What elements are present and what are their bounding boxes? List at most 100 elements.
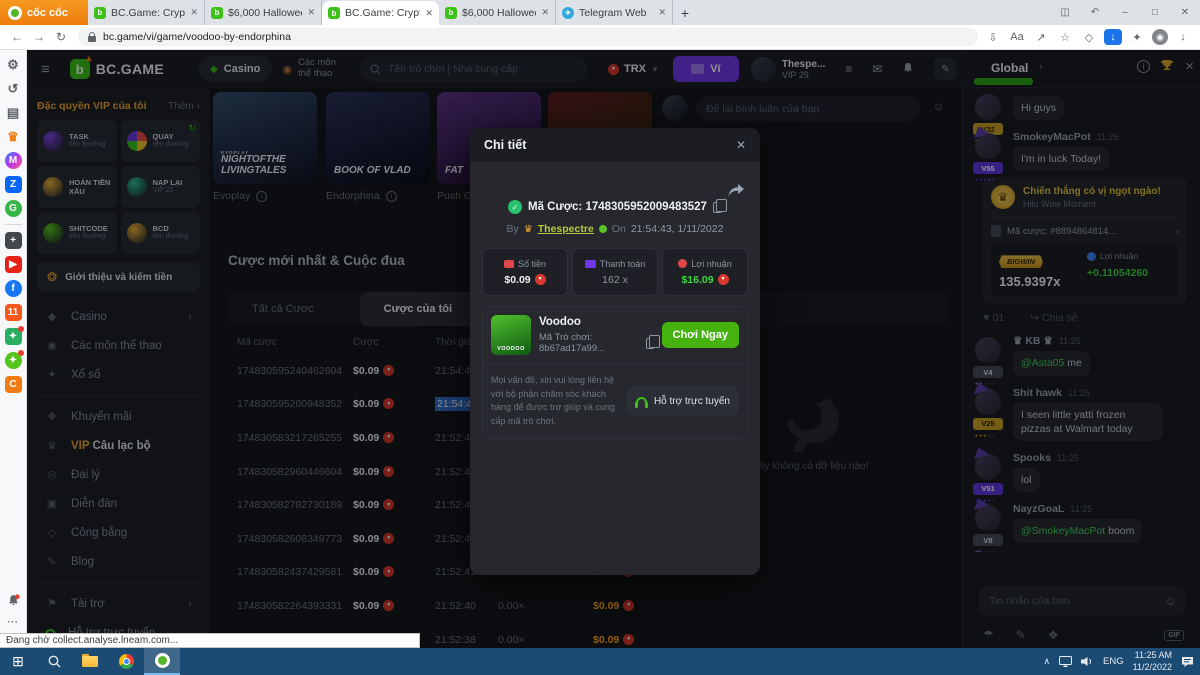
zalo-icon[interactable]: Z (5, 176, 22, 193)
tab-title: Telegram Web (579, 7, 653, 19)
tab-close-icon[interactable]: ✕ (425, 8, 433, 19)
verified-shield-icon: ✓ (508, 200, 522, 214)
bcgame-favicon-icon: b (328, 7, 340, 19)
bcgame-page: ≡ b BC.GAME ◆ Casino ◉ Các môn thể thao (27, 50, 1200, 648)
profile-avatar-icon[interactable]: ◉ (1152, 29, 1168, 45)
coccoc-taskbar-icon[interactable] (144, 648, 180, 675)
reload-button[interactable]: ↻ (50, 30, 72, 44)
browser-tab[interactable]: b BC.Game: Crypto Casino Gan ✕ (322, 1, 439, 25)
tab-close-icon[interactable]: ✕ (658, 7, 666, 18)
minimize-button[interactable]: – (1110, 7, 1140, 18)
tab-title: $6,000 Halloween Slot Battle (462, 7, 536, 19)
bet-id: Mã Cược: 1748305952009483527 (528, 201, 707, 213)
coccoc-logo-icon (8, 6, 22, 20)
game-row: VOODOO Voodoo Mã Trò chơi: 8b67ad17a99..… (483, 307, 747, 363)
add-shortcut-icon[interactable]: + (5, 232, 22, 249)
download-manager-icon[interactable]: ↓ (1104, 29, 1122, 45)
action-center-icon[interactable] (1181, 656, 1194, 668)
coccoc-brand[interactable]: cốc cốc (0, 0, 88, 25)
file-explorer-icon[interactable] (72, 648, 108, 675)
by-label: By (507, 223, 519, 235)
bet-stats: Số tiền $0.09 Thanh toán 162 x Lợi nhuận… (482, 248, 748, 296)
volume-icon[interactable] (1081, 656, 1094, 667)
copy-icon[interactable] (713, 202, 722, 213)
share-icon[interactable]: ↗ (1032, 29, 1050, 45)
browser-content: ⚙↺▤♛MZG+▶f11✦✦C ⋯ ≡ b BC.GAME ◆ Casino (0, 50, 1200, 648)
chrome-icon[interactable] (108, 648, 144, 675)
tab-close-icon[interactable]: ✕ (190, 7, 198, 18)
settings-icon[interactable]: ⚙ (5, 56, 22, 73)
bet-details-modal: Chi tiết ✕ ✓ Mã Cược: 174830595200948352… (470, 128, 760, 575)
tab-title: BC.Game: Crypto Casino Gan (345, 7, 420, 19)
headset-icon (636, 397, 647, 405)
taskbar-clock[interactable]: 11:25 AM 11/2/2022 (1133, 650, 1172, 673)
amount-icon (504, 260, 514, 268)
url-text[interactable]: bc.game/vi/game/voodoo-by-endorphina (103, 31, 291, 43)
vip-crown-icon[interactable]: ♛ (5, 128, 22, 145)
address-bar[interactable]: bc.game/vi/game/voodoo-by-endorphina (78, 28, 978, 46)
browser-tab[interactable]: b$6,000 Halloween Slot Battle✕ (205, 0, 322, 25)
browser-tab-strip: cốc cốc bBC.Game: Crypto Casino Gam✕b$6,… (0, 0, 1200, 25)
sale-11-11-icon[interactable]: 11 (5, 304, 22, 321)
start-button[interactable]: ⊞ (0, 648, 36, 675)
maximize-button[interactable]: □ (1140, 7, 1170, 18)
youtube-icon[interactable]: ▶ (5, 256, 22, 273)
stat-amount: Số tiền $0.09 (482, 248, 568, 296)
browser-tab[interactable]: ✈Telegram Web✕ (556, 0, 673, 25)
tab-search-icon[interactable]: ◫ (1050, 7, 1080, 18)
forward-button[interactable]: → (28, 30, 50, 44)
game-code: Mã Trò chơi: 8b67ad17a99... (539, 332, 654, 354)
bet-username[interactable]: Thespectre (538, 223, 594, 235)
tray-expand-icon[interactable]: ∧ (1043, 656, 1050, 667)
copy-icon[interactable] (646, 338, 654, 349)
browser-side-rail: ⚙ ↺ ▤ ♛ MZG + ▶ f 11 ✦ ✦ C ⋯ (0, 50, 27, 648)
network-icon[interactable] (1059, 656, 1072, 667)
crown-icon: ♛ (524, 224, 533, 235)
modal-close-icon[interactable]: ✕ (736, 138, 746, 152)
browser-status-bar: Đang chờ collect.analyse.lneam.com... (0, 633, 420, 648)
live-support-button[interactable]: Hỗ trợ trực tuyến (627, 386, 739, 416)
stat-profit: Lợi nhuận $16.09 (662, 248, 748, 296)
back-button[interactable]: ← (6, 30, 28, 44)
screen: cốc cốc bBC.Game: Crypto Casino Gam✕b$6,… (0, 0, 1200, 675)
close-window-button[interactable]: ✕ (1170, 7, 1200, 18)
notification-bell-icon[interactable] (7, 594, 20, 607)
bet-by-row: By ♛ Thespectre On 21:54:43, 1/11/2022 (470, 223, 760, 235)
play-now-button[interactable]: Chơi Ngay (662, 322, 740, 348)
bet-id-row: ✓ Mã Cược: 1748305952009483527 (470, 200, 760, 214)
history-icon[interactable]: ↺ (5, 80, 22, 97)
adblock-shield-icon[interactable]: ◇ (1080, 29, 1098, 45)
browser-tab[interactable]: b$6,000 Halloween Slot Battle✕ (439, 0, 556, 25)
trx-coin-icon (718, 274, 729, 285)
game-panel: VOODOO Voodoo Mã Trò chơi: 8b67ad17a99..… (482, 306, 748, 439)
profit-icon (678, 259, 687, 268)
downloads-tray-icon[interactable]: ↓ (1174, 29, 1192, 45)
games-icon[interactable]: G (5, 200, 22, 217)
taskbar-search-icon[interactable] (36, 648, 72, 675)
tab-title: BC.Game: Crypto Casino Gam (111, 7, 185, 19)
save-page-icon[interactable]: ⇩ (984, 29, 1002, 45)
new-tab-button[interactable]: + (673, 0, 697, 25)
unread-dot (18, 350, 24, 356)
modal-header: Chi tiết ✕ (470, 128, 760, 162)
translate-icon[interactable]: Aa (1008, 29, 1026, 45)
messenger-icon[interactable]: M (5, 152, 22, 169)
window-controls: ◫ ↶ – □ ✕ (1050, 0, 1200, 25)
gift-icon[interactable]: ✦ (5, 328, 22, 345)
bookmark-star-icon[interactable]: ☆ (1056, 29, 1074, 45)
reopen-tab-icon[interactable]: ↶ (1080, 7, 1110, 18)
rail-more-icon[interactable]: ⋯ (7, 615, 19, 628)
language-indicator[interactable]: ENG (1103, 656, 1124, 667)
extensions-icon[interactable]: ✦ (1128, 29, 1146, 45)
tab-close-icon[interactable]: ✕ (307, 7, 315, 18)
reading-list-icon[interactable]: ▤ (5, 104, 22, 121)
cart-icon[interactable]: C (5, 376, 22, 393)
facebook-icon[interactable]: f (5, 280, 22, 297)
tab-close-icon[interactable]: ✕ (541, 7, 549, 18)
game-thumbnail[interactable]: VOODOO (491, 315, 531, 355)
system-tray: ∧ ENG 11:25 AM 11/2/2022 (1043, 650, 1200, 673)
deal-chat-icon[interactable]: ✦ (5, 352, 22, 369)
browser-tab[interactable]: bBC.Game: Crypto Casino Gam✕ (88, 0, 205, 25)
trx-coin-icon (535, 274, 546, 285)
bcgame-favicon-icon: b (211, 7, 223, 19)
